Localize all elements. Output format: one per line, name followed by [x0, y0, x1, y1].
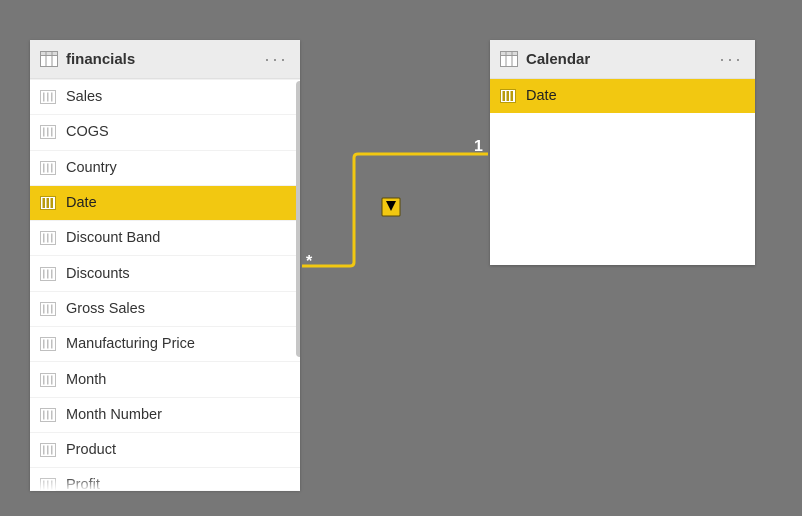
field-row[interactable]: Country — [30, 150, 300, 185]
field-label: Date — [66, 195, 97, 211]
field-label: Manufacturing Price — [66, 336, 195, 352]
table-title: Calendar — [526, 51, 717, 68]
field-label: COGS — [66, 124, 109, 140]
field-row[interactable]: Manufacturing Price — [30, 326, 300, 361]
field-row-selected[interactable]: Date — [490, 79, 755, 113]
table-icon — [40, 51, 58, 67]
field-list-financials: Sales COGS Country Date Discount Band Di… — [30, 79, 300, 491]
table-icon — [500, 51, 518, 67]
relationship-line[interactable] — [300, 150, 496, 270]
column-icon — [40, 443, 56, 457]
field-label: Date — [526, 88, 557, 104]
field-row[interactable]: Profit — [30, 467, 300, 491]
field-row-selected[interactable]: Date — [30, 185, 300, 220]
column-icon — [40, 408, 56, 422]
table-header-financials[interactable]: financials ··· — [30, 40, 300, 79]
column-icon — [40, 373, 56, 387]
field-list-calendar: Date — [490, 79, 755, 113]
column-icon — [40, 161, 56, 175]
field-row[interactable]: Sales — [30, 79, 300, 114]
column-icon — [40, 302, 56, 316]
table-calendar[interactable]: Calendar ··· Date — [490, 40, 755, 265]
column-icon — [40, 267, 56, 281]
cardinality-many: * — [306, 253, 312, 271]
table-header-calendar[interactable]: Calendar ··· — [490, 40, 755, 79]
column-icon — [500, 89, 516, 103]
field-label: Discounts — [66, 266, 130, 282]
table-title: financials — [66, 51, 262, 68]
scrollbar[interactable] — [296, 81, 300, 357]
field-row[interactable]: Month Number — [30, 397, 300, 432]
field-label: Country — [66, 160, 117, 176]
field-label: Month Number — [66, 407, 162, 423]
field-label: Sales — [66, 89, 102, 105]
column-icon — [40, 90, 56, 104]
field-label: Product — [66, 442, 116, 458]
column-icon — [40, 337, 56, 351]
field-label: Profit — [66, 477, 100, 491]
field-row[interactable]: Discounts — [30, 255, 300, 290]
column-icon — [40, 478, 56, 491]
field-row[interactable]: Product — [30, 432, 300, 467]
field-row[interactable]: Gross Sales — [30, 291, 300, 326]
field-label: Discount Band — [66, 230, 160, 246]
column-icon — [40, 231, 56, 245]
column-icon — [40, 196, 56, 210]
field-row[interactable]: Discount Band — [30, 220, 300, 255]
field-row[interactable]: Month — [30, 361, 300, 396]
field-label: Month — [66, 372, 106, 388]
more-options-icon[interactable]: ··· — [717, 49, 745, 70]
table-financials[interactable]: financials ··· Sales COGS Country Date D… — [30, 40, 300, 490]
column-icon — [40, 125, 56, 139]
field-row[interactable]: COGS — [30, 114, 300, 149]
more-options-icon[interactable]: ··· — [262, 49, 290, 70]
cardinality-one: 1 — [474, 138, 483, 156]
field-label: Gross Sales — [66, 301, 145, 317]
